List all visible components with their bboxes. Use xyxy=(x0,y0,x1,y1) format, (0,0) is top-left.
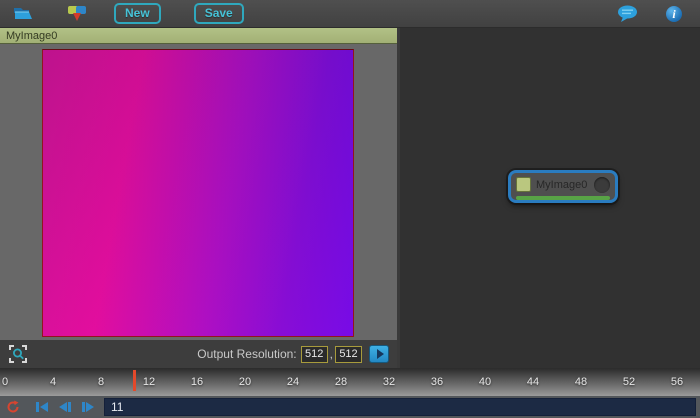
node-label: MyImage0 xyxy=(536,179,587,191)
timeline-tick: 8 xyxy=(98,376,104,388)
color-layers-icon xyxy=(67,4,87,23)
timeline-tick: 44 xyxy=(527,376,539,388)
apply-resolution-button[interactable] xyxy=(369,345,389,363)
save-button[interactable]: Save xyxy=(194,3,244,24)
viewport-panel: MyImage0 Output Resolution: 512 , 512 xyxy=(0,28,397,368)
import-image-button[interactable] xyxy=(67,4,87,23)
folder-open-icon xyxy=(12,5,36,22)
timeline-tick: 36 xyxy=(431,376,443,388)
rendered-image-canvas[interactable] xyxy=(42,49,354,337)
current-frame-input[interactable]: 11 xyxy=(104,398,696,416)
top-toolbar: New Save i xyxy=(0,0,700,28)
step-back-button[interactable] xyxy=(58,401,72,413)
timeline-tick: 0 xyxy=(2,376,8,388)
step-forward-icon xyxy=(81,401,95,413)
info-button[interactable]: i xyxy=(666,6,682,22)
timeline-tick: 48 xyxy=(575,376,587,388)
new-button[interactable]: New xyxy=(114,3,161,24)
fit-view-button[interactable] xyxy=(8,344,28,364)
timeline-tick: 52 xyxy=(623,376,635,388)
resolution-width-input[interactable]: 512 xyxy=(301,346,328,363)
timeline-track[interactable]: 0 4 8 12 16 20 24 28 32 36 40 44 48 52 5… xyxy=(0,368,700,396)
open-file-button[interactable] xyxy=(12,5,36,22)
node-graph-panel[interactable]: MyImage0 xyxy=(397,28,700,368)
timeline-tick: 24 xyxy=(287,376,299,388)
timeline-playhead[interactable] xyxy=(133,370,136,391)
timeline-tick: 4 xyxy=(50,376,56,388)
chat-bubble-icon xyxy=(617,5,638,22)
node-progress-bar xyxy=(516,196,610,200)
timeline-tick: 12 xyxy=(143,376,155,388)
step-back-icon xyxy=(58,401,72,413)
viewport-title-bar: MyImage0 xyxy=(0,28,397,44)
timeline-tick: 16 xyxy=(191,376,203,388)
go-to-start-button[interactable] xyxy=(35,401,49,413)
info-icon: i xyxy=(666,6,682,22)
play-icon xyxy=(377,349,384,359)
timeline-tick: 56 xyxy=(671,376,683,388)
resolution-height-input[interactable]: 512 xyxy=(335,346,362,363)
resolution-separator: , xyxy=(330,347,333,361)
zoom-fit-icon xyxy=(8,344,28,364)
timeline-tick: 28 xyxy=(335,376,347,388)
image-node[interactable]: MyImage0 xyxy=(508,170,618,203)
timeline-tick: 32 xyxy=(383,376,395,388)
loop-button[interactable] xyxy=(6,400,20,414)
viewport-footer: Output Resolution: 512 , 512 xyxy=(0,340,397,368)
timeline-tick: 40 xyxy=(479,376,491,388)
node-output-port[interactable] xyxy=(594,177,610,193)
output-resolution-label: Output Resolution: xyxy=(197,347,296,361)
skip-to-start-icon xyxy=(35,401,49,413)
transport-bar: 11 xyxy=(0,396,700,418)
loop-icon xyxy=(6,400,20,414)
feedback-button[interactable] xyxy=(617,5,638,22)
step-forward-button[interactable] xyxy=(81,401,95,413)
node-preview-checkbox[interactable] xyxy=(516,177,531,192)
timeline-tick: 20 xyxy=(239,376,251,388)
